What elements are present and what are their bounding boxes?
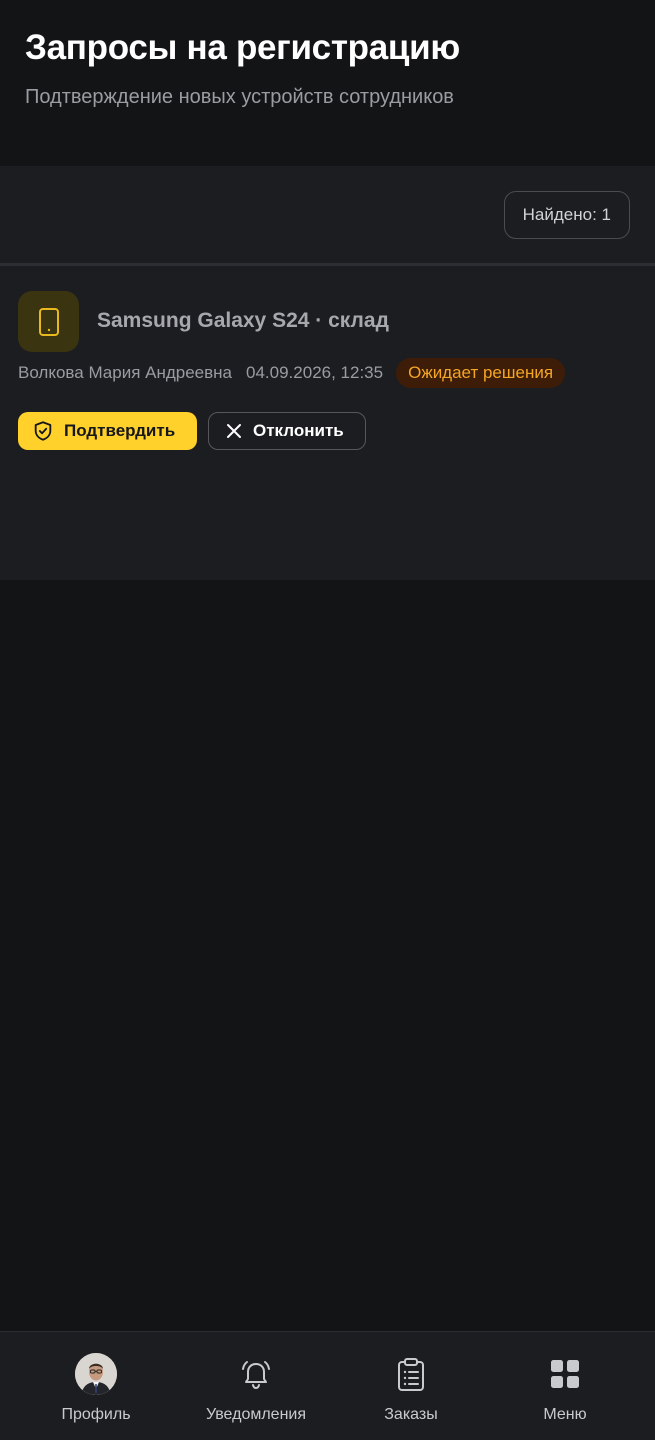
nav-label-profile: Профиль: [61, 1406, 131, 1423]
page-title: Запросы на регистрацию: [25, 28, 460, 67]
reject-button[interactable]: Отклонить: [208, 412, 366, 450]
confirm-button[interactable]: Подтвердить: [18, 412, 197, 450]
reject-button-label: Отклонить: [253, 421, 344, 440]
nav-item-profile[interactable]: Профиль: [14, 1332, 178, 1440]
clipboard-icon: [398, 1358, 424, 1391]
nav-label-menu: Меню: [543, 1406, 587, 1423]
results-toolbar: Найдено: 1: [0, 166, 655, 263]
nav-label-notifications: Уведомления: [205, 1406, 307, 1423]
close-icon: [227, 424, 241, 438]
shield-check-icon: [34, 421, 52, 441]
status-badge: Ожидает решения: [396, 358, 566, 388]
device-tile: [18, 291, 79, 352]
request-meta: Волкова Мария Андреевна 04.09.2026, 12:3…: [18, 358, 566, 388]
bottom-nav: Профиль Уведомления Заказы Меню: [0, 1331, 655, 1440]
nav-item-notifications[interactable]: Уведомления: [174, 1332, 338, 1440]
confirm-button-label: Подтвердить: [64, 421, 176, 440]
device-title: Samsung Galaxy S24 · склад: [97, 309, 389, 332]
grid-icon: [551, 1360, 579, 1388]
smartphone-icon: [38, 307, 59, 336]
bell-icon: [242, 1361, 270, 1390]
request-card: Samsung Galaxy S24 · склад Волкова Мария…: [0, 266, 655, 580]
nav-label-orders: Заказы: [384, 1406, 438, 1423]
employee-name: Волкова Мария Андреевна: [18, 363, 233, 382]
request-datetime: 04.09.2026, 12:35: [246, 363, 384, 382]
page-subtitle: Подтверждение новых устройств сотруднико…: [25, 86, 454, 108]
nav-item-menu[interactable]: Меню: [483, 1332, 647, 1440]
found-count-badge: Найдено: 1: [503, 191, 630, 239]
page-header: Запросы на регистрацию Подтверждение нов…: [0, 0, 655, 166]
avatar: [75, 1353, 117, 1395]
nav-item-orders[interactable]: Заказы: [329, 1332, 493, 1440]
